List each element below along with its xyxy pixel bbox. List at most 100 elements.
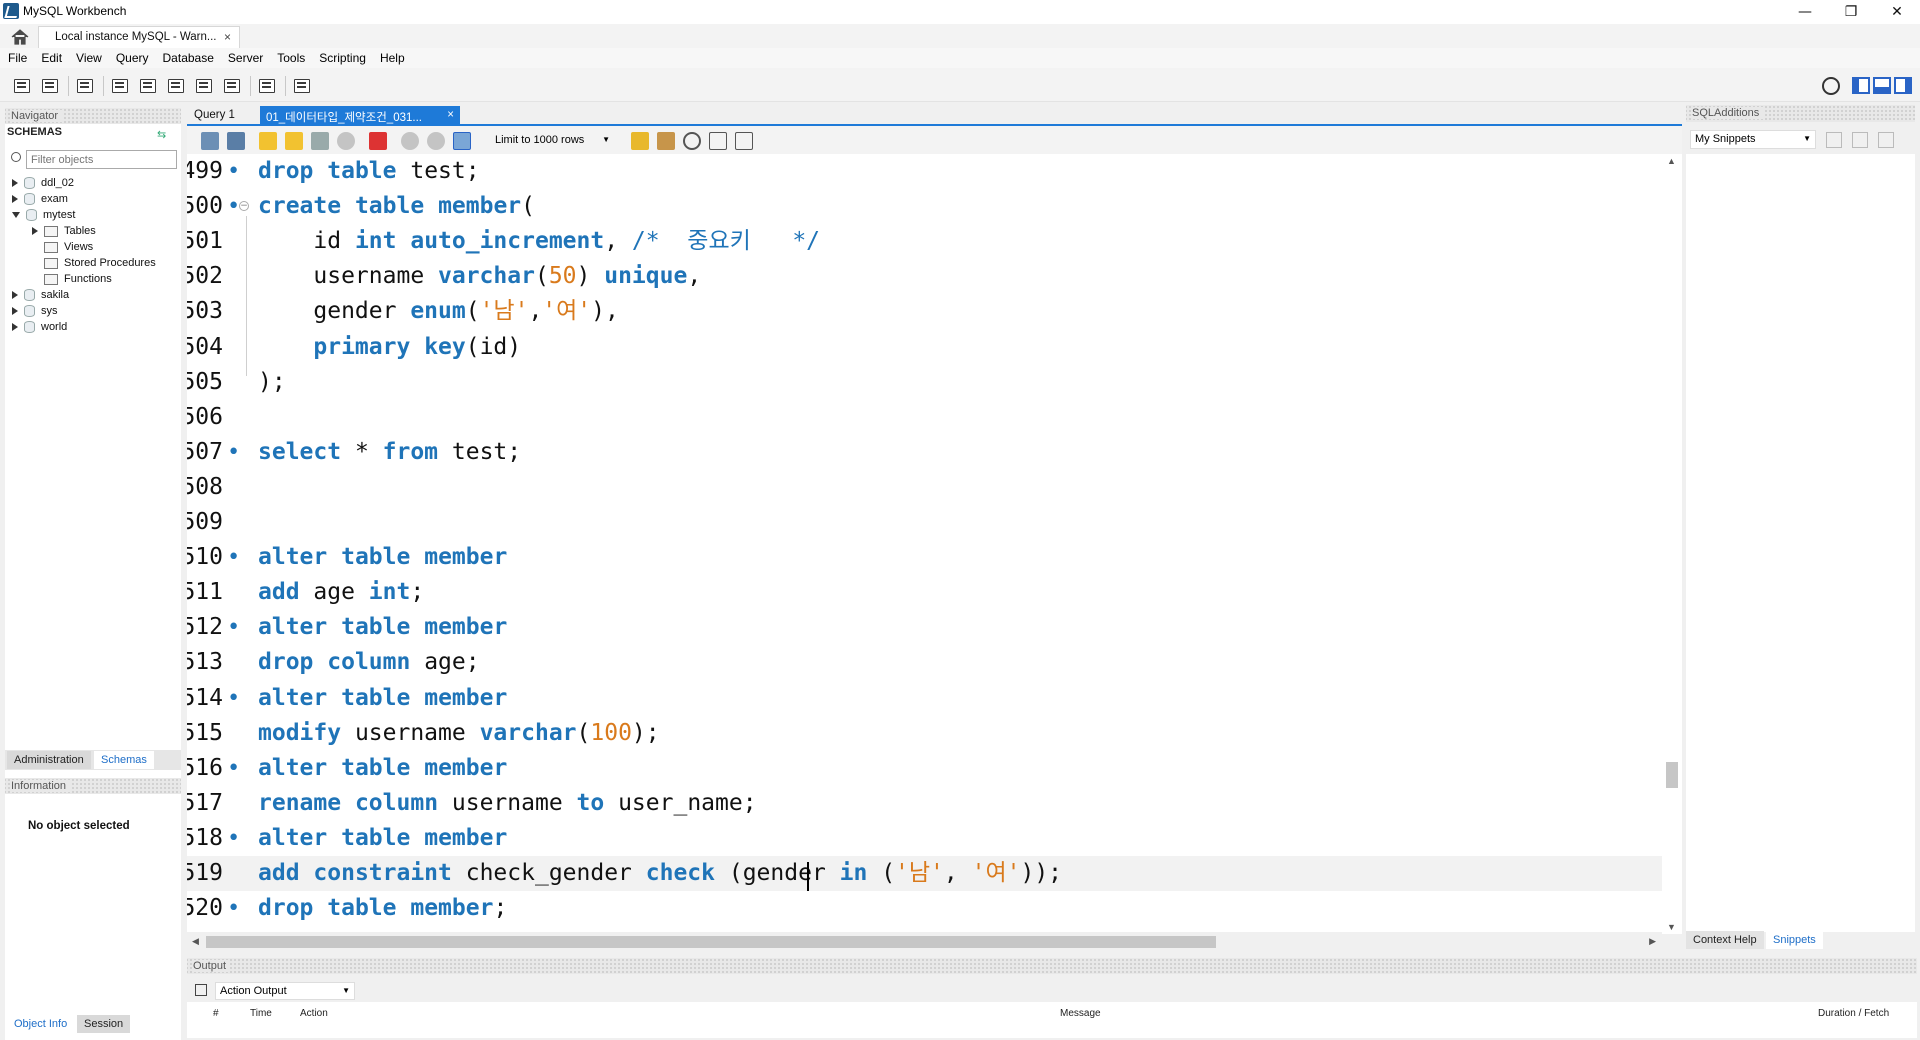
explain-icon[interactable] bbox=[311, 132, 329, 150]
toggle-error-icon[interactable] bbox=[369, 132, 387, 150]
code-line[interactable]: 505); bbox=[187, 365, 1662, 400]
tab-session[interactable]: Session bbox=[77, 1015, 131, 1033]
fold-toggle-icon[interactable]: − bbox=[239, 201, 249, 212]
menu-scripting[interactable]: Scripting bbox=[311, 51, 372, 65]
tree-item-views[interactable]: Views bbox=[44, 241, 93, 253]
tab-administration[interactable]: Administration bbox=[7, 751, 91, 769]
create-schema-icon[interactable] bbox=[110, 76, 130, 96]
refresh-schemas-icon[interactable]: ⇆ bbox=[157, 128, 166, 141]
open-file-icon[interactable] bbox=[201, 132, 219, 150]
code-line[interactable]: 508 bbox=[187, 470, 1662, 505]
tree-item-mytest[interactable]: mytest bbox=[12, 209, 75, 222]
code-line[interactable]: 502 username varchar(50) unique, bbox=[187, 259, 1662, 294]
snippets-select[interactable]: My Snippets ▼ bbox=[1690, 130, 1816, 149]
code-line[interactable]: 500 • − create table member( bbox=[187, 189, 1662, 224]
tree-item-stored-procedures[interactable]: Stored Procedures bbox=[44, 257, 156, 269]
scroll-down-icon[interactable]: ▼ bbox=[1667, 922, 1676, 932]
menu-tools[interactable]: Tools bbox=[269, 51, 311, 65]
tree-item-world[interactable]: world bbox=[12, 321, 67, 334]
code-line[interactable]: 510 • alter table member bbox=[187, 540, 1662, 575]
code-line[interactable]: 515 modify username varchar(100); bbox=[187, 716, 1662, 751]
menu-server[interactable]: Server bbox=[220, 51, 269, 65]
copy-icon[interactable] bbox=[195, 984, 207, 996]
scroll-right-icon[interactable]: ▶ bbox=[1649, 936, 1656, 947]
commit-icon[interactable] bbox=[401, 132, 419, 150]
tree-item-functions[interactable]: Functions bbox=[44, 273, 112, 285]
menu-help[interactable]: Help bbox=[372, 51, 411, 65]
menu-view[interactable]: View bbox=[68, 51, 108, 65]
code-line[interactable]: 517 rename column username to user_name; bbox=[187, 786, 1662, 821]
code-line[interactable]: 507 • select * from test; bbox=[187, 435, 1662, 470]
maximize-button[interactable]: ❐ bbox=[1828, 0, 1874, 24]
inspector-icon[interactable] bbox=[75, 76, 95, 96]
code-line[interactable]: 516 • alter table member bbox=[187, 751, 1662, 786]
tree-item-ddl_02[interactable]: ddl_02 bbox=[12, 177, 74, 190]
settings-icon[interactable] bbox=[1822, 77, 1840, 95]
toggle-secondary-sidebar-icon[interactable] bbox=[1894, 77, 1912, 94]
stop-icon[interactable] bbox=[337, 132, 355, 150]
vertical-scroll-thumb[interactable] bbox=[1666, 762, 1678, 788]
find-icon[interactable] bbox=[683, 132, 701, 150]
menu-query[interactable]: Query bbox=[108, 51, 155, 65]
autocommit-icon[interactable] bbox=[453, 132, 471, 150]
close-window-button[interactable]: ✕ bbox=[1874, 0, 1920, 24]
code-line[interactable]: 519 add constraint check_gender check (ge… bbox=[187, 856, 1662, 891]
menu-edit[interactable]: Edit bbox=[33, 51, 68, 65]
tree-item-sakila[interactable]: sakila bbox=[12, 289, 69, 302]
tree-item-exam[interactable]: exam bbox=[12, 193, 68, 206]
beautify-icon[interactable] bbox=[657, 132, 675, 150]
code-line[interactable]: 512 • alter table member bbox=[187, 610, 1662, 645]
invisible-chars-icon[interactable] bbox=[709, 132, 727, 150]
toggle-sidebar-icon[interactable] bbox=[1852, 77, 1870, 94]
limit-rows-select[interactable]: Limit to 1000 rows ▼ bbox=[491, 131, 614, 150]
tree-item-tables[interactable]: Tables bbox=[32, 225, 96, 237]
create-view-icon[interactable] bbox=[166, 76, 186, 96]
tab-sql-file[interactable]: 01_데이터타입_제약조건_031... × bbox=[260, 106, 460, 126]
code-line[interactable]: 506 bbox=[187, 400, 1662, 435]
code-line[interactable]: 504 primary key(id) bbox=[187, 330, 1662, 365]
code-line[interactable]: 503 gender enum('남','여'), bbox=[187, 294, 1662, 329]
code-line[interactable]: 518 • alter table member bbox=[187, 821, 1662, 856]
sql-editor[interactable]: 499 • drop table test; 500 • − create table me… bbox=[187, 154, 1662, 934]
code-line[interactable]: 520 • drop table member; bbox=[187, 891, 1662, 926]
home-button[interactable] bbox=[6, 27, 34, 47]
scroll-left-icon[interactable]: ◀ bbox=[192, 936, 199, 947]
horizontal-scroll-thumb[interactable] bbox=[206, 936, 1216, 948]
code-line[interactable]: 501 id int auto_increment, /* 중요키 */ bbox=[187, 224, 1662, 259]
close-tab-icon[interactable]: × bbox=[447, 109, 454, 121]
execute-current-icon[interactable] bbox=[285, 132, 303, 150]
code-line[interactable]: 514 • alter table member bbox=[187, 681, 1662, 716]
add-snippet-icon[interactable] bbox=[631, 132, 649, 150]
scroll-up-icon[interactable]: ▲ bbox=[1667, 156, 1676, 166]
code-line[interactable]: 511 add age int; bbox=[187, 575, 1662, 610]
close-tab-icon[interactable]: × bbox=[224, 30, 231, 44]
new-sql-tab-icon[interactable] bbox=[12, 76, 32, 96]
code-line[interactable]: 509 bbox=[187, 505, 1662, 540]
connection-tab[interactable]: Local instance MySQL - Warn... × bbox=[38, 26, 240, 48]
create-table-icon[interactable] bbox=[138, 76, 158, 96]
code-line[interactable]: 513 drop column age; bbox=[187, 645, 1662, 680]
tab-schemas[interactable]: Schemas bbox=[94, 751, 154, 769]
tab-object-info[interactable]: Object Info bbox=[7, 1015, 75, 1033]
tab-context-help[interactable]: Context Help bbox=[1686, 931, 1764, 949]
reconnect-icon[interactable] bbox=[292, 76, 312, 96]
tab-snippets[interactable]: Snippets bbox=[1766, 931, 1823, 949]
copy-snippet-icon[interactable] bbox=[1878, 132, 1894, 148]
rollback-icon[interactable] bbox=[427, 132, 445, 150]
filter-objects-input[interactable] bbox=[26, 150, 177, 169]
output-type-select[interactable]: Action Output ▼ bbox=[215, 982, 355, 1000]
editor-vertical-scrollbar[interactable]: ▲ ▼ bbox=[1662, 154, 1682, 934]
minimize-button[interactable]: — bbox=[1782, 0, 1828, 24]
execute-icon[interactable] bbox=[259, 132, 277, 150]
create-procedure-icon[interactable] bbox=[194, 76, 214, 96]
wrap-lines-icon[interactable] bbox=[735, 132, 753, 150]
open-sql-script-icon[interactable] bbox=[40, 76, 60, 96]
toggle-output-icon[interactable] bbox=[1873, 77, 1891, 94]
replace-snippet-icon[interactable] bbox=[1852, 132, 1868, 148]
save-icon[interactable] bbox=[227, 132, 245, 150]
menu-file[interactable]: File bbox=[0, 51, 33, 65]
menu-database[interactable]: Database bbox=[155, 51, 220, 65]
insert-snippet-icon[interactable] bbox=[1826, 132, 1842, 148]
tree-item-sys[interactable]: sys bbox=[12, 305, 58, 318]
code-line[interactable]: 499 • drop table test; bbox=[187, 154, 1662, 189]
